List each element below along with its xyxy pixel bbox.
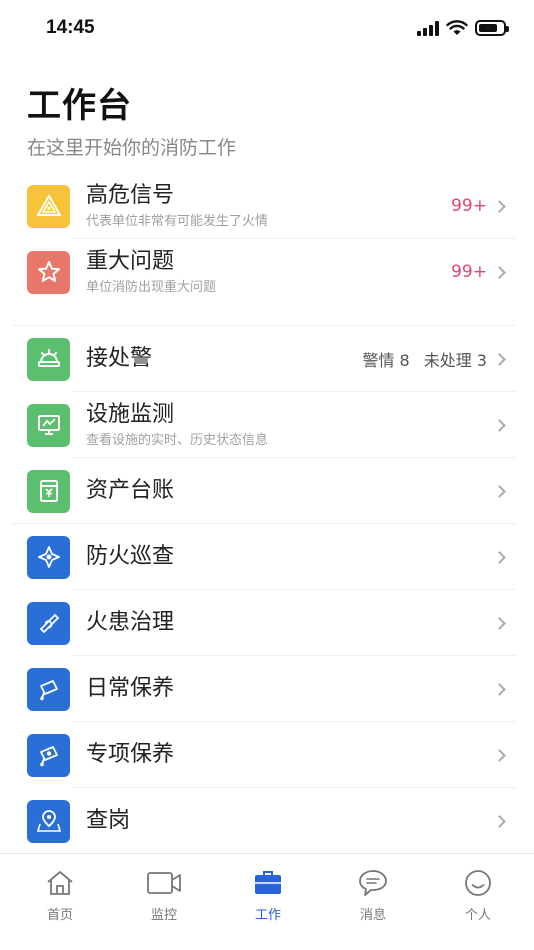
video-camera-icon <box>124 866 204 900</box>
alarm-count: 警情 8 <box>362 351 410 370</box>
tab-label: 首页 <box>46 908 73 923</box>
chevron-right-icon <box>493 682 506 696</box>
menu-item-fire-hazard[interactable]: 火患治理 <box>0 590 534 656</box>
alert-row-major-issue[interactable]: 重大问题 单位消防出现重大问题 99+ <box>0 239 534 305</box>
menu-item-label: 资产台账 <box>86 478 175 503</box>
status-icons <box>417 20 509 36</box>
chevron-right-icon <box>493 616 506 630</box>
alert-count-badge: 99+ <box>451 196 487 216</box>
chevron-right-icon <box>493 814 506 828</box>
menu-item-asset-ledger[interactable]: 资产台账 <box>0 458 534 524</box>
alert-desc: 单位消防出现重大问题 <box>86 280 217 295</box>
tab-work[interactable]: 工作 <box>228 866 308 923</box>
chevron-right-icon <box>493 748 506 762</box>
wifi-icon <box>446 20 468 35</box>
menu-item-label: 防火巡查 <box>86 544 175 569</box>
monitor-icon <box>27 403 70 447</box>
star-icon <box>27 250 70 294</box>
menu-item-facility-monitoring[interactable]: 设施监测 查看设施的实时、历史状态信息 <box>0 392 534 458</box>
warning-triangle-icon <box>27 184 70 228</box>
alerts-section: 高危信号 代表单位非常有可能发生了火情 99+ 重大问题 单位消防出现重大问题 … <box>0 173 534 305</box>
page-title: 工作台 <box>27 86 132 126</box>
menu-item-fire-patrol[interactable]: 防火巡查 <box>0 524 534 590</box>
tab-label: 消息 <box>359 908 386 923</box>
menu-item-daily-maintenance[interactable]: 日常保养 <box>0 656 534 722</box>
menu-item-label: 专项保养 <box>86 742 175 767</box>
alert-label: 高危信号 <box>86 183 175 208</box>
unhandled-count: 未处理 3 <box>423 351 487 370</box>
page-header: 工作台 在这里开始你的消防工作 <box>27 78 236 160</box>
alert-row-high-risk[interactable]: 高危信号 代表单位非常有可能发生了火情 99+ <box>0 173 534 239</box>
chevron-right-icon <box>493 352 506 366</box>
chevron-right-icon <box>493 550 506 564</box>
tab-label: 个人 <box>464 908 491 923</box>
menu-item-label: 火患治理 <box>86 610 175 635</box>
menu-section: 接处警 警情 8 未处理 3 设施监测 查看设施的实时、历史状态信息 资产台账 … <box>0 325 534 854</box>
ledger-icon <box>27 469 70 513</box>
alarm-bell-icon <box>27 337 70 381</box>
menu-item-alarm-handling[interactable]: 接处警 警情 8 未处理 3 <box>0 326 534 392</box>
smiley-icon <box>438 866 518 900</box>
home-icon <box>20 866 100 900</box>
chat-bubble-icon <box>333 866 413 900</box>
alert-count-badge: 99+ <box>451 262 487 282</box>
special-maintenance-icon <box>27 733 70 777</box>
alert-label: 重大问题 <box>86 249 175 274</box>
tab-monitor[interactable]: 监控 <box>124 866 204 923</box>
menu-item-desc: 查看设施的实时、历史状态信息 <box>86 433 269 448</box>
tab-label: 工作 <box>254 908 281 923</box>
bottom-tab-bar: 首页 监控 工作 消息 个人 <box>0 853 534 950</box>
alert-desc: 代表单位非常有可能发生了火情 <box>86 214 269 229</box>
chevron-right-icon <box>493 265 506 279</box>
map-pin-icon <box>27 799 70 843</box>
chevron-right-icon <box>493 199 506 213</box>
briefcase-icon <box>228 866 308 900</box>
cellular-signal-icon <box>417 20 439 36</box>
chevron-right-icon <box>493 418 506 432</box>
chevron-right-icon <box>493 484 506 498</box>
tab-messages[interactable]: 消息 <box>333 866 413 923</box>
fire-hazard-icon <box>27 601 70 645</box>
patrol-icon <box>27 535 70 579</box>
menu-item-special-maintenance[interactable]: 专项保养 <box>0 722 534 788</box>
menu-item-post-check[interactable]: 查岗 <box>0 788 534 854</box>
tab-home[interactable]: 首页 <box>20 866 100 923</box>
menu-item-label: 日常保养 <box>86 676 175 701</box>
daily-maintenance-icon <box>27 667 70 711</box>
battery-icon <box>475 20 509 36</box>
page-subtitle: 在这里开始你的消防工作 <box>27 137 237 159</box>
status-time: 14:45 <box>46 17 95 38</box>
tab-label: 监控 <box>150 908 177 923</box>
menu-item-label: 查岗 <box>86 808 131 833</box>
status-bar: 14:45 <box>0 0 534 56</box>
tab-profile[interactable]: 个人 <box>438 866 518 923</box>
menu-item-label: 设施监测 <box>86 402 175 427</box>
